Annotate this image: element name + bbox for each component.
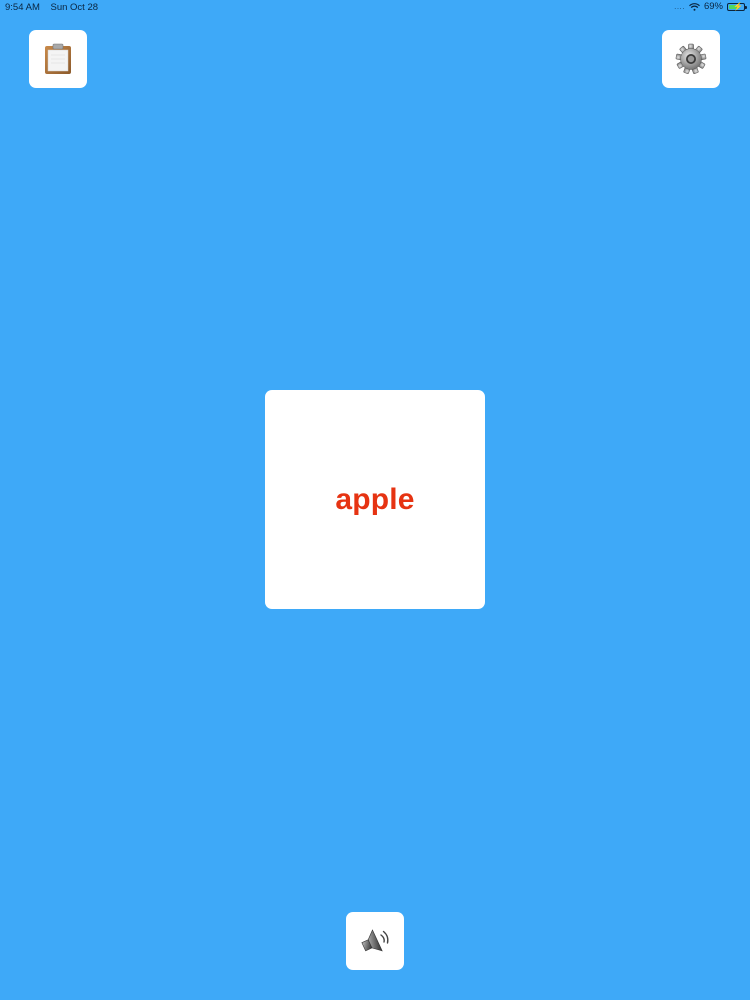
play-sound-button[interactable] [346,912,404,970]
battery-percent: 69% [703,1,723,12]
notes-button[interactable] [29,30,87,88]
wifi-icon [689,2,700,11]
status-time: 9:54 AM [5,2,40,13]
clipboard-icon [45,43,71,74]
flashcard[interactable]: apple [265,390,485,609]
signal-icon: .... [674,2,685,11]
status-left: 9:54 AM Sun Oct 28 [5,2,106,13]
battery-icon: ⚡ [727,1,747,11]
status-date: Sun Oct 28 [50,2,99,13]
gear-icon [675,43,707,74]
settings-button[interactable] [662,30,720,88]
status-right: .... 69% ⚡ [674,1,747,12]
speaker-icon [361,929,389,952]
status-bar: 9:54 AM Sun Oct 28 .... 69% ⚡ [0,0,750,14]
charging-bolt-icon: ⚡ [733,1,743,11]
flashcard-word: apple [335,482,415,516]
